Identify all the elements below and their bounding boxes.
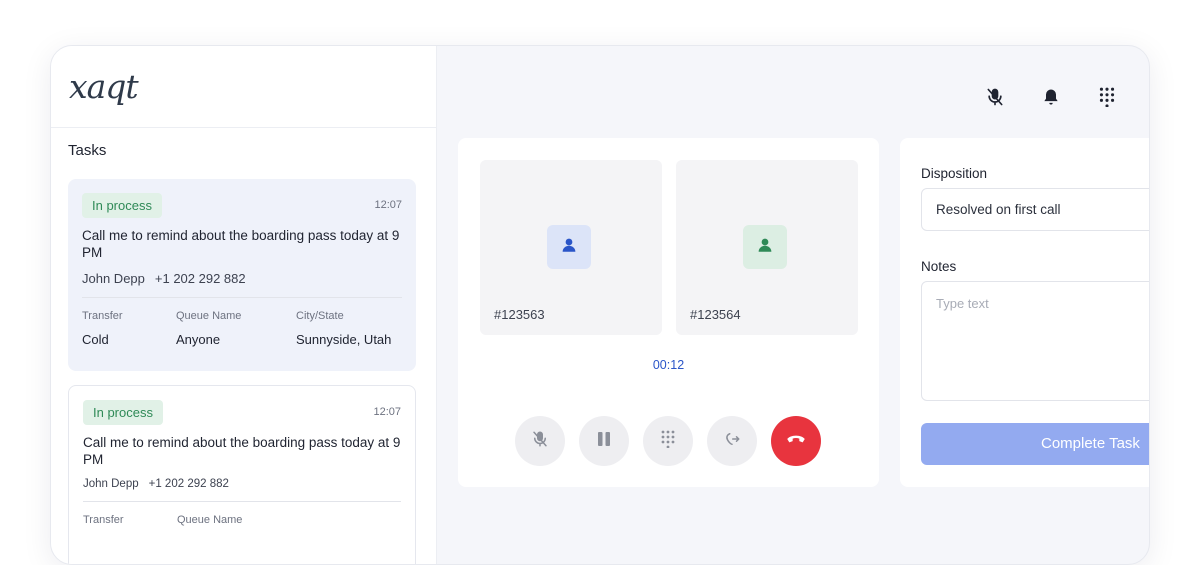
- participant-tile[interactable]: #123564: [676, 160, 858, 335]
- meta-value-queue: Anyone: [176, 332, 221, 347]
- bell-icon[interactable]: [1040, 86, 1062, 108]
- task-time: 12:07: [374, 199, 402, 211]
- tasks-heading: Tasks: [68, 142, 107, 159]
- task-card[interactable]: In process 12:07 Call me to remind about…: [68, 179, 416, 371]
- participant-id: #123563: [494, 307, 545, 322]
- meta-value-city: Sunnyside, Utah: [296, 332, 392, 347]
- task-card[interactable]: In process 12:07 Call me to remind about…: [68, 385, 416, 564]
- complete-task-button[interactable]: Complete Task: [921, 423, 1149, 465]
- mic-off-icon: [531, 430, 549, 453]
- end-call-icon: [786, 432, 806, 450]
- contact-name: John Depp: [82, 271, 145, 286]
- card-divider: [82, 297, 402, 298]
- disposition-panel: Disposition Resolved on first call Notes…: [900, 138, 1149, 487]
- mic-off-icon[interactable]: [984, 86, 1006, 108]
- notes-textarea[interactable]: Type text: [921, 281, 1149, 401]
- avatar: [547, 225, 591, 269]
- participant-tile[interactable]: #123563: [480, 160, 662, 335]
- meta-label-transfer: Transfer: [82, 310, 123, 322]
- dialpad-icon[interactable]: [1096, 86, 1118, 108]
- card-divider: [83, 501, 401, 502]
- user-icon: [756, 236, 774, 259]
- disposition-select[interactable]: Resolved on first call: [921, 188, 1149, 231]
- transfer-icon: [723, 430, 741, 453]
- mute-button[interactable]: [515, 416, 565, 466]
- pause-icon: [596, 431, 612, 452]
- status-badge: In process: [82, 193, 162, 218]
- keypad-button[interactable]: [643, 416, 693, 466]
- disposition-label: Disposition: [921, 166, 988, 181]
- app-window: xaqt Tasks In process 12:07 Call me to r…: [50, 45, 1150, 565]
- transfer-button[interactable]: [707, 416, 757, 466]
- dialpad-icon: [661, 430, 675, 453]
- contact-phone: +1 202 292 882: [154, 271, 246, 286]
- tasks-sidebar: xaqt Tasks In process 12:07 Call me to r…: [51, 46, 437, 564]
- task-title: Call me to remind about the boarding pas…: [83, 435, 401, 467]
- avatar: [743, 225, 787, 269]
- task-time: 12:07: [373, 406, 401, 418]
- hold-button[interactable]: [579, 416, 629, 466]
- notes-label: Notes: [921, 259, 957, 274]
- logo-area: xaqt: [51, 46, 436, 128]
- status-badge: In process: [83, 400, 163, 425]
- contact-phone: +1 202 292 882: [148, 478, 229, 490]
- end-call-button[interactable]: [771, 416, 821, 466]
- call-panel: #123563 #123564 00:12: [458, 138, 879, 487]
- brand-logo[interactable]: xaqt: [69, 67, 139, 106]
- meta-label-city: City/State: [296, 310, 344, 322]
- call-controls: [515, 416, 821, 466]
- user-icon: [560, 236, 578, 259]
- meta-value-transfer: Cold: [82, 332, 109, 347]
- meta-label-queue: Queue Name: [176, 310, 242, 322]
- meta-label-transfer: Transfer: [83, 514, 124, 526]
- meta-label-queue: Queue Name: [177, 514, 243, 526]
- call-timer: 00:12: [652, 358, 685, 372]
- participant-id: #123564: [690, 307, 741, 322]
- task-title: Call me to remind about the boarding pas…: [82, 228, 400, 260]
- contact-name: John Depp: [83, 478, 139, 490]
